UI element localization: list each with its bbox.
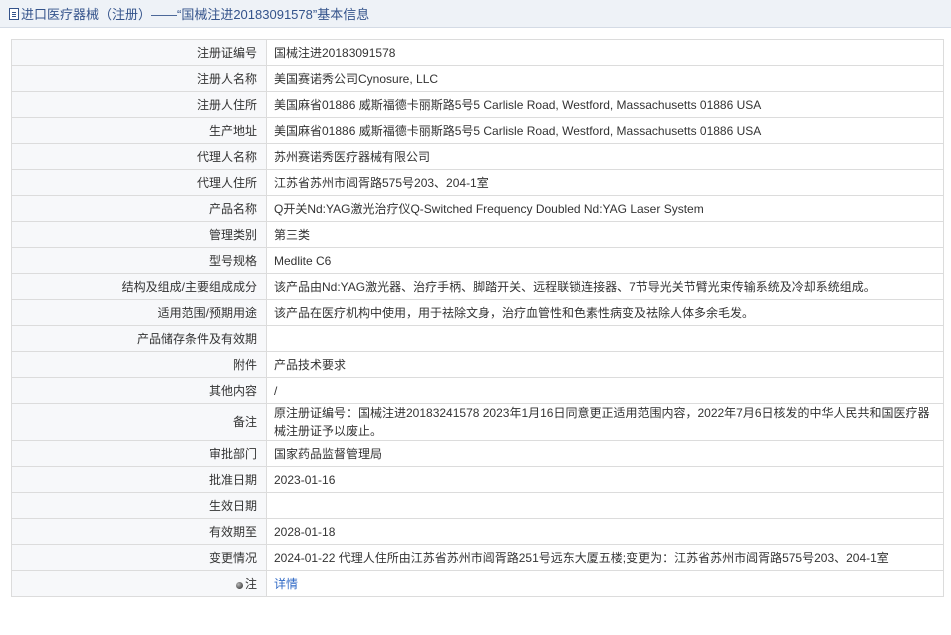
detail-label: 管理类别 (11, 221, 267, 248)
detail-row-intended-use: 适用范围/预期用途 该产品在医疗机构中使用，用于祛除文身，治疗血管性和色素性病变… (11, 299, 944, 326)
detail-row-product-name: 产品名称 Q开关Nd:YAG激光治疗仪Q-Switched Frequency … (11, 195, 944, 222)
detail-row-valid-until: 有效期至 2028-01-18 (11, 518, 944, 545)
detail-value: / (266, 377, 944, 404)
detail-label: 注册证编号 (11, 39, 267, 66)
detail-row-attachment: 附件 产品技术要求 (11, 351, 944, 378)
detail-value: 产品技术要求 (266, 351, 944, 378)
detail-value: 江苏省苏州市阊胥路575号203、204-1室 (266, 169, 944, 196)
detail-value: 国家药品监督管理局 (266, 440, 944, 467)
detail-label: 审批部门 (11, 440, 267, 467)
detail-row-agent-address: 代理人住所 江苏省苏州市阊胥路575号203、204-1室 (11, 169, 944, 196)
detail-value: Medlite C6 (266, 247, 944, 274)
detail-value (266, 325, 944, 352)
note-label: 注 (244, 576, 257, 591)
detail-value: 原注册证编号：国械注进20183241578 2023年1月16日同意更正适用范… (266, 403, 944, 441)
detail-row-remarks: 备注 原注册证编号：国械注进20183241578 2023年1月16日同意更正… (11, 403, 944, 441)
detail-label: 结构及组成/主要组成成分 (11, 273, 267, 300)
detail-row-management-category: 管理类别 第三类 (11, 221, 944, 248)
detail-label: 代理人住所 (11, 169, 267, 196)
detail-label: 注册人住所 (11, 91, 267, 118)
detail-label: 备注 (11, 403, 267, 441)
detail-row-effective-date: 生效日期 (11, 492, 944, 519)
detail-row-approval-date: 批准日期 2023-01-16 (11, 466, 944, 493)
detail-label: 批准日期 (11, 466, 267, 493)
note-bullet-icon (235, 581, 243, 589)
detail-value: 该产品由Nd:YAG激光器、治疗手柄、脚踏开关、远程联锁连接器、7节导光关节臂光… (266, 273, 944, 300)
detail-label: 生产地址 (11, 117, 267, 144)
page-title: 进口医疗器械（注册）——“国械注进20183091578”基本信息 (21, 7, 370, 22)
details-link[interactable]: 详情 (274, 577, 298, 591)
detail-value: Q开关Nd:YAG激光治疗仪Q-Switched Frequency Doubl… (266, 195, 944, 222)
document-icon (9, 7, 19, 20)
detail-value: 美国麻省01886 威斯福德卡丽斯路5号5 Carlisle Road, Wes… (266, 91, 944, 118)
detail-value: 美国麻省01886 威斯福德卡丽斯路5号5 Carlisle Road, Wes… (266, 117, 944, 144)
detail-label: 适用范围/预期用途 (11, 299, 267, 326)
detail-value (266, 492, 944, 519)
detail-label: 附件 (11, 351, 267, 378)
detail-row-model-spec: 型号规格 Medlite C6 (11, 247, 944, 274)
detail-label: 其他内容 (11, 377, 267, 404)
detail-value: 2028-01-18 (266, 518, 944, 545)
detail-row-change-history: 变更情况 2024-01-22 代理人住所由江苏省苏州市阊胥路251号远东大厦五… (11, 544, 944, 571)
detail-row-registrant-address: 注册人住所 美国麻省01886 威斯福德卡丽斯路5号5 Carlisle Roa… (11, 91, 944, 118)
page-header: 进口医疗器械（注册）——“国械注进20183091578”基本信息 (0, 0, 951, 28)
detail-row-production-address: 生产地址 美国麻省01886 威斯福德卡丽斯路5号5 Carlisle Road… (11, 117, 944, 144)
detail-value: 2023-01-16 (266, 466, 944, 493)
detail-row-approval-department: 审批部门 国家药品监督管理局 (11, 440, 944, 467)
detail-label: 注册人名称 (11, 65, 267, 92)
detail-row-note: 注 详情 (11, 570, 944, 597)
detail-row-other-content: 其他内容 / (11, 377, 944, 404)
detail-value: 美国赛诺秀公司Cynosure, LLC (266, 65, 944, 92)
detail-value: 国械注进20183091578 (266, 39, 944, 66)
detail-label: 生效日期 (11, 492, 267, 519)
detail-row-registrant-name: 注册人名称 美国赛诺秀公司Cynosure, LLC (11, 65, 944, 92)
detail-row-structure: 结构及组成/主要组成成分 该产品由Nd:YAG激光器、治疗手柄、脚踏开关、远程联… (11, 273, 944, 300)
detail-label-note: 注 (11, 570, 267, 597)
detail-value: 苏州赛诺秀医疗器械有限公司 (266, 143, 944, 170)
detail-label: 代理人名称 (11, 143, 267, 170)
detail-value: 2024-01-22 代理人住所由江苏省苏州市阊胥路251号远东大厦五楼;变更为… (266, 544, 944, 571)
detail-value: 第三类 (266, 221, 944, 248)
detail-label: 变更情况 (11, 544, 267, 571)
detail-label: 产品储存条件及有效期 (11, 325, 267, 352)
detail-row-storage: 产品储存条件及有效期 (11, 325, 944, 352)
detail-row-agent-name: 代理人名称 苏州赛诺秀医疗器械有限公司 (11, 143, 944, 170)
detail-label: 有效期至 (11, 518, 267, 545)
detail-row-registration-number: 注册证编号 国械注进20183091578 (11, 39, 944, 66)
detail-label: 产品名称 (11, 195, 267, 222)
detail-value-note: 详情 (266, 570, 944, 597)
detail-value: 该产品在医疗机构中使用，用于祛除文身，治疗血管性和色素性病变及祛除人体多余毛发。 (266, 299, 944, 326)
registration-details-table: 注册证编号 国械注进20183091578 注册人名称 美国赛诺秀公司Cynos… (11, 39, 944, 597)
detail-label: 型号规格 (11, 247, 267, 274)
